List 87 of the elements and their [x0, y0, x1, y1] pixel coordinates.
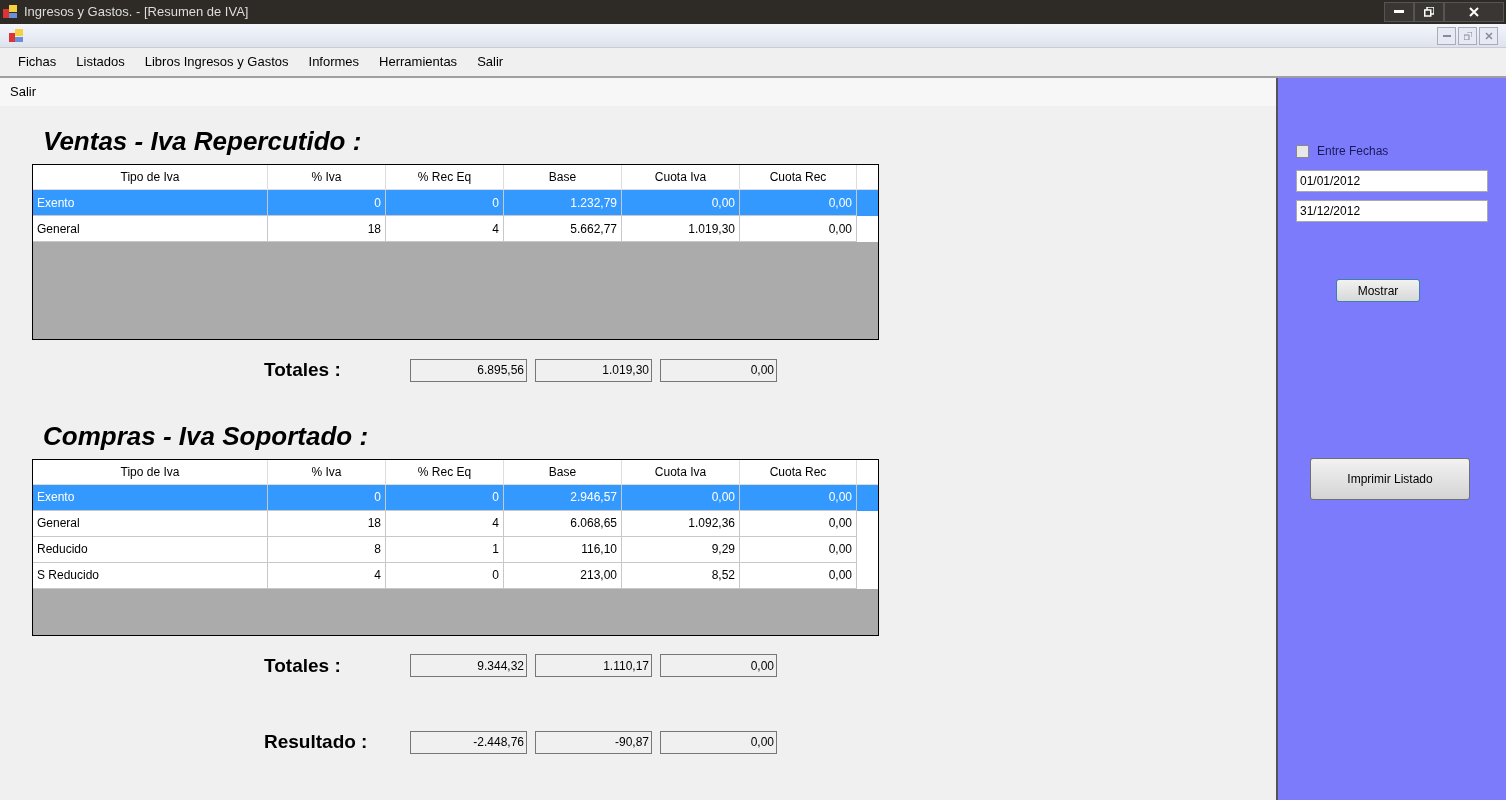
table-cell: 116,10: [504, 536, 622, 563]
print-button[interactable]: Imprimir Listado: [1310, 458, 1470, 500]
totals-label: Resultado :: [264, 730, 369, 754]
close-button[interactable]: [1444, 2, 1504, 22]
table-cell: 0,00: [740, 216, 857, 242]
table-cell: 1.019,30: [622, 216, 740, 242]
table-cell: 0,00: [740, 510, 857, 537]
column-header[interactable]: % Iva: [268, 165, 386, 189]
table-cell: 4: [268, 562, 386, 589]
table-cell: Reducido: [33, 536, 268, 563]
table-row[interactable]: Reducido 8 1 116,10 9,29 0,00: [33, 536, 878, 563]
column-header[interactable]: % Rec Eq: [386, 459, 504, 484]
table-cell: 0: [268, 484, 386, 511]
table-cell: 0: [386, 484, 504, 511]
table-cell: General: [33, 216, 268, 242]
close-icon: [1469, 7, 1479, 17]
table-cell: 8,52: [622, 562, 740, 589]
menu-item[interactable]: Salir: [467, 52, 514, 72]
total-value: -2.448,76: [410, 730, 527, 754]
table-cell: 1.092,36: [622, 510, 740, 537]
show-button[interactable]: Mostrar: [1336, 279, 1420, 302]
table-cell: 2.946,57: [504, 484, 622, 511]
column-header[interactable]: % Iva: [268, 459, 386, 484]
date-field[interactable]: 01/01/2012: [1296, 170, 1488, 192]
table-cell: 4: [386, 216, 504, 242]
total-value: 0,00: [660, 358, 777, 382]
total-value: 0,00: [660, 730, 777, 754]
table-cell: 4: [386, 510, 504, 537]
table-cell: 0,00: [740, 536, 857, 563]
menu-item[interactable]: Fichas: [8, 52, 67, 72]
close-icon: [1484, 31, 1493, 40]
total-value: 6.895,56: [410, 358, 527, 382]
totals-label: Totales :: [264, 358, 342, 382]
total-value: 9.344,32: [410, 654, 527, 678]
table-cell: S Reducido: [33, 562, 268, 589]
table-cell: 0,00: [740, 484, 857, 511]
total-value: -90,87: [535, 730, 652, 754]
restore-icon: [1463, 31, 1472, 40]
checkbox[interactable]: [1296, 144, 1309, 158]
menu-item[interactable]: Libros Ingresos y Gastos: [134, 52, 299, 72]
date-field[interactable]: 31/12/2012: [1296, 200, 1488, 222]
table-row[interactable]: S Reducido 4 0 213,00 8,52 0,00: [33, 562, 878, 589]
table-row[interactable]: General 18 4 5.662,77 1.019,30 0,00: [33, 216, 878, 242]
column-header[interactable]: % Rec Eq: [386, 165, 504, 189]
column-header[interactable]: Base: [504, 459, 622, 484]
menu-item[interactable]: Salir: [10, 82, 36, 102]
window-title: Ingresos y Gastos. - [Resumen de IVA]: [24, 3, 249, 22]
table-cell: 18: [268, 510, 386, 537]
table-row[interactable]: General 18 4 6.068,65 1.092,36 0,00: [33, 510, 878, 537]
menu-item[interactable]: Informes: [298, 52, 370, 72]
section-title: Compras - Iva Soportado :: [43, 420, 370, 451]
total-value: 1.110,17: [535, 654, 652, 678]
column-header[interactable]: Cuota Iva: [622, 459, 740, 484]
table-cell: 0,00: [622, 484, 740, 511]
totals-label: Totales :: [264, 653, 342, 678]
table-cell: 5.662,77: [504, 216, 622, 242]
restore-button[interactable]: [1414, 2, 1444, 22]
column-header[interactable]: Base: [504, 165, 622, 189]
minimize-button[interactable]: [1384, 2, 1414, 22]
table-cell: 6.068,65: [504, 510, 622, 537]
column-header[interactable]: Tipo de Iva: [33, 459, 268, 484]
section-title: Ventas - Iva Repercutido :: [43, 126, 363, 156]
table-cell: Exento: [33, 484, 268, 511]
column-header[interactable]: Cuota Iva: [622, 165, 740, 189]
column-header[interactable]: Cuota Rec: [740, 459, 857, 484]
table-cell: 0: [386, 562, 504, 589]
child-close-button[interactable]: [1479, 26, 1498, 45]
column-header[interactable]: Cuota Rec: [740, 165, 857, 189]
restore-icon: [1424, 7, 1434, 17]
minimize-icon: [1394, 10, 1404, 14]
table-cell: General: [33, 510, 268, 537]
table-cell: 1: [386, 536, 504, 563]
table-cell: 8: [268, 536, 386, 563]
menu-item[interactable]: Listados: [66, 52, 135, 72]
total-value: 1.019,30: [535, 358, 652, 382]
app-icon: [8, 27, 24, 44]
minimize-icon: [1442, 34, 1451, 37]
app-icon: [2, 4, 18, 20]
child-restore-button[interactable]: [1458, 26, 1477, 45]
table-cell: 0,00: [740, 562, 857, 589]
menu-item[interactable]: Herramientas: [369, 52, 468, 72]
table-cell: 9,29: [622, 536, 740, 563]
table-cell: 213,00: [504, 562, 622, 589]
checkbox-label: Entre Fechas: [1317, 143, 1389, 160]
total-value: 0,00: [660, 654, 777, 678]
table-cell: 18: [268, 216, 386, 242]
column-header[interactable]: Tipo de Iva: [33, 165, 268, 189]
